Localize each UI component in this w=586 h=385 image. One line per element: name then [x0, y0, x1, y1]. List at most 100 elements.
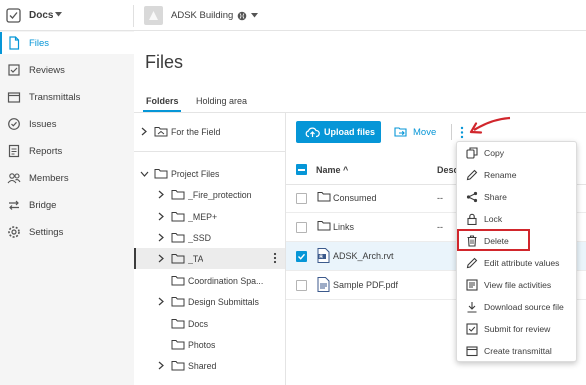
menu-item-create-transmittal[interactable]: Create transmittal [457, 340, 576, 362]
chevron-down-icon[interactable] [251, 13, 258, 18]
divider [134, 112, 586, 113]
nav-item-files[interactable]: Files [0, 32, 134, 54]
tree-item-design-submittals[interactable]: Design Submittals [134, 291, 285, 312]
tree-item-project-files[interactable]: Project Files [134, 163, 285, 184]
nav-item-settings[interactable]: Settings [0, 221, 134, 243]
row-checkbox[interactable] [296, 193, 307, 204]
column-header-name[interactable]: Name ^ [316, 165, 348, 175]
menu-item-copy[interactable]: Copy [457, 142, 576, 164]
tree-item-for-the-field[interactable]: For the Field [134, 121, 285, 142]
tree-item-mep[interactable]: _MEP+ [134, 206, 285, 227]
folder-icon [171, 296, 185, 307]
app-name[interactable]: Docs [29, 10, 53, 21]
tree-item-fire-protection[interactable]: _Fire_protection [134, 184, 285, 205]
menu-item-label: Create transmittal [484, 346, 552, 356]
more-options-icon[interactable] [273, 252, 277, 264]
file-name[interactable]: Sample PDF.pdf [333, 280, 398, 290]
chevron-right-icon[interactable] [158, 361, 164, 370]
divider [451, 124, 452, 140]
active-indicator [0, 32, 2, 54]
pencil-icon [466, 257, 478, 269]
more-options-icon[interactable] [459, 126, 465, 139]
nav-item-label: Issues [29, 119, 57, 130]
docs-app-icon[interactable] [6, 8, 21, 23]
bridge-icon [7, 198, 21, 212]
chevron-down-icon[interactable] [55, 12, 62, 17]
review-icon [7, 63, 21, 77]
menu-item-label: Download source file [484, 302, 564, 312]
move-button[interactable]: Move [413, 127, 436, 138]
tree-item-ssd[interactable]: _SSD [134, 227, 285, 248]
globe-icon [237, 11, 247, 21]
menu-item-lock[interactable]: Lock [457, 208, 576, 230]
menu-item-view-file-activities[interactable]: View file activities [457, 274, 576, 296]
nav-item-reviews[interactable]: Reviews [0, 59, 134, 81]
nav-item-issues[interactable]: Issues [0, 113, 134, 135]
tree-item-label: _SSD [188, 233, 211, 243]
file-icon [7, 36, 21, 50]
column-header-label: Name [316, 165, 341, 175]
tree-item-docs[interactable]: Docs [134, 313, 285, 334]
issue-icon [7, 117, 21, 131]
chevron-right-icon[interactable] [158, 190, 164, 199]
menu-item-label: Share [484, 192, 507, 202]
nav-item-transmittals[interactable]: Transmittals [0, 86, 134, 108]
menu-item-edit-attribute-values[interactable]: Edit attribute values [457, 252, 576, 274]
file-name[interactable]: Consumed [333, 193, 377, 203]
tab-folders[interactable]: Folders [146, 96, 179, 106]
project-thumbnail[interactable] [144, 6, 163, 25]
folder-icon [171, 211, 185, 222]
share-icon [466, 191, 478, 203]
menu-item-label: Copy [484, 148, 505, 158]
nav-item-label: Bridge [29, 200, 57, 211]
chevron-down-icon[interactable] [140, 171, 149, 177]
tab-holding-area[interactable]: Holding area [196, 96, 247, 106]
download-icon [466, 301, 478, 313]
row-checkbox[interactable] [296, 251, 307, 262]
chevron-right-icon[interactable] [158, 297, 164, 306]
file-name[interactable]: Links [333, 222, 354, 232]
lock-icon [466, 213, 478, 225]
left-navigation: Files Reviews Transmittals Issues Report… [0, 31, 134, 385]
tree-item-label: Docs [188, 319, 209, 329]
tree-item-coordination-space[interactable]: Coordination Spa... [134, 270, 285, 291]
row-checkbox[interactable] [296, 280, 307, 291]
gear-icon [7, 225, 21, 239]
context-menu: Copy Rename Share Lock Delete Edit attri… [456, 141, 577, 362]
menu-item-rename[interactable]: Rename [457, 164, 576, 186]
tree-item-shared[interactable]: Shared [134, 355, 285, 376]
upload-files-button[interactable]: Upload files [296, 121, 381, 143]
file-description: -- [437, 193, 443, 203]
cloud-upload-icon [305, 126, 320, 138]
nav-item-reports[interactable]: Reports [0, 140, 134, 162]
nav-item-members[interactable]: Members [0, 167, 134, 189]
chevron-right-icon[interactable] [141, 127, 147, 136]
tree-item-photos[interactable]: Photos [134, 334, 285, 355]
nav-item-label: Members [29, 173, 69, 184]
project-name[interactable]: ADSK Building [171, 10, 233, 21]
file-name[interactable]: ADSK_Arch.rvt [333, 251, 394, 261]
tree-item-label: Photos [188, 340, 216, 350]
transmittal-icon [7, 90, 21, 104]
chevron-right-icon[interactable] [158, 233, 164, 242]
menu-item-share[interactable]: Share [457, 186, 576, 208]
annotation-arrow-icon [468, 115, 512, 137]
menu-item-submit-for-review[interactable]: Submit for review [457, 318, 576, 340]
select-all-checkbox[interactable] [296, 164, 307, 175]
tree-item-label: _MEP+ [188, 212, 218, 222]
nav-item-bridge[interactable]: Bridge [0, 194, 134, 216]
chevron-right-icon[interactable] [158, 254, 164, 263]
copy-icon [466, 147, 478, 159]
move-icon[interactable] [394, 126, 408, 138]
rvt-file-icon [317, 248, 330, 263]
pencil-icon [466, 169, 478, 181]
menu-item-download-source-file[interactable]: Download source file [457, 296, 576, 318]
shared-folder-icon [154, 126, 168, 137]
chevron-right-icon[interactable] [158, 212, 164, 221]
tree-item-ta[interactable]: _TA [134, 248, 285, 269]
tree-item-label: Design Submittals [188, 297, 259, 307]
row-checkbox[interactable] [296, 222, 307, 233]
folder-icon [317, 191, 331, 202]
folder-icon [171, 232, 185, 243]
menu-item-label: Rename [484, 170, 517, 180]
